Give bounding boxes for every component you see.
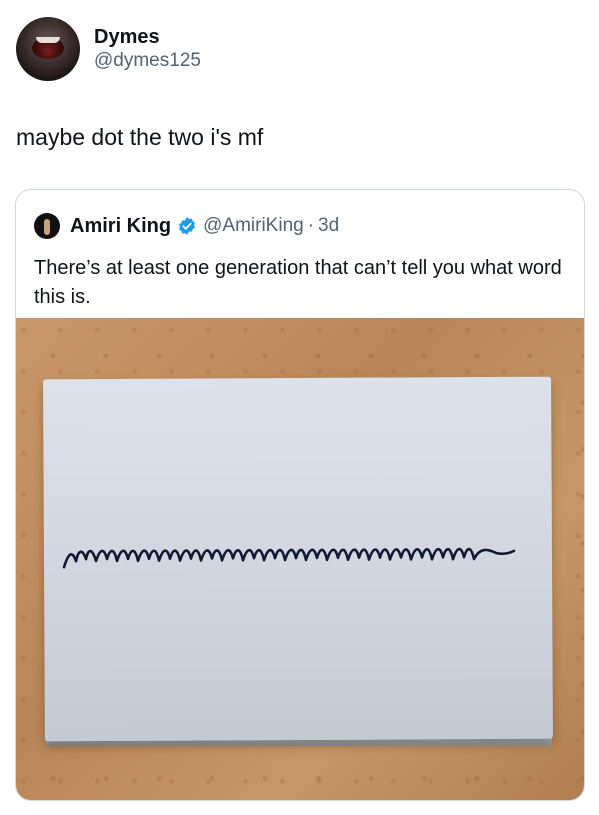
quote-handle[interactable]: @AmiriKing (203, 215, 304, 237)
quote-display-name[interactable]: Amiri King (70, 215, 171, 238)
quote-image[interactable]: minimum (16, 318, 584, 800)
sticky-note: minimum (43, 376, 553, 742)
quote-avatar[interactable] (34, 213, 60, 239)
quote-timestamp[interactable]: 3d (318, 215, 339, 237)
author-handle[interactable]: @dymes125 (94, 49, 201, 73)
avatar[interactable] (16, 17, 80, 81)
quote-header: Amiri King @AmiriKing · 3d (34, 212, 339, 240)
post-header: Dymes @dymes125 (16, 14, 201, 84)
quote-text: There’s at least one generation that can… (34, 257, 562, 308)
author-names: Dymes @dymes125 (94, 25, 201, 73)
quote-avatar-figure (44, 219, 50, 235)
avatar-teeth (36, 37, 60, 43)
post-text: maybe dot the two i's mf (16, 124, 264, 150)
author-display-name[interactable]: Dymes (94, 25, 201, 49)
quote-separator: · (307, 215, 315, 236)
quote-card[interactable]: Amiri King @AmiriKing · 3d There’s at le… (15, 189, 585, 801)
handwritten-word-image: minimum (62, 547, 516, 569)
verified-badge-icon (177, 216, 197, 236)
